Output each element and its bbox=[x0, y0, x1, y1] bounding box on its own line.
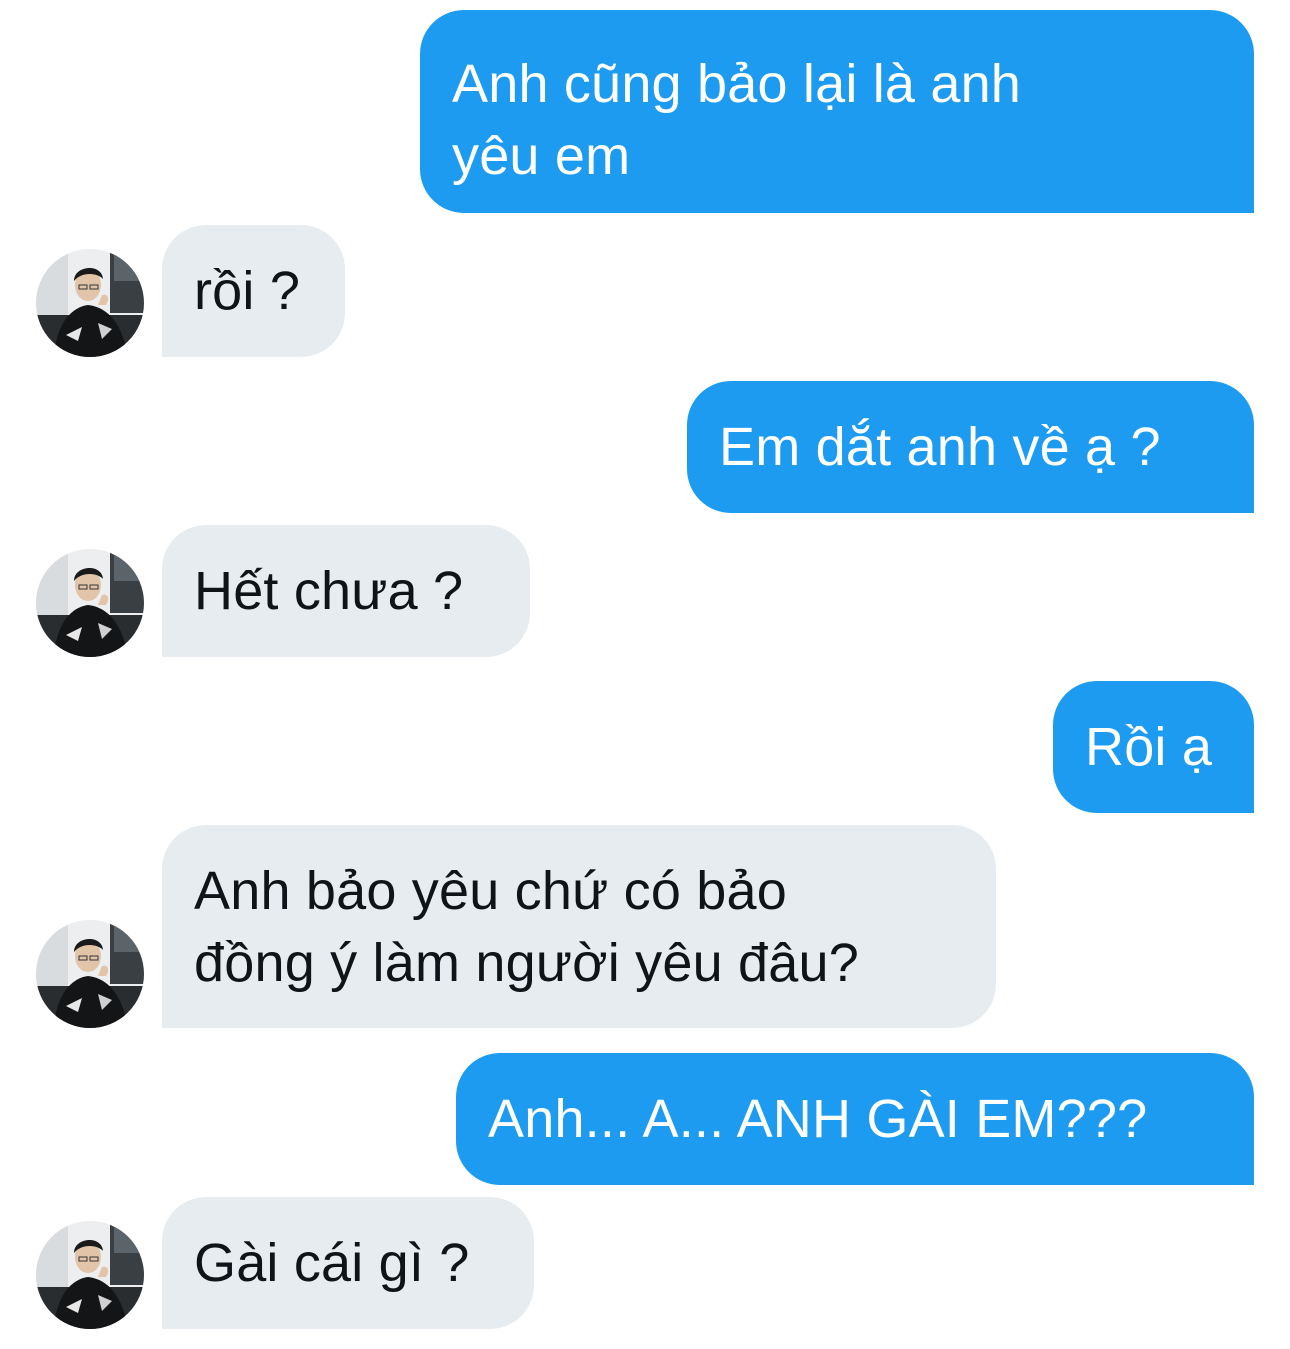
sent-message-bubble[interactable]: Anh cũng bảo lại là anh yêu em bbox=[420, 10, 1254, 213]
sent-message-bubble[interactable]: Rồi ạ bbox=[1053, 681, 1254, 813]
user-avatar-photo-icon bbox=[36, 920, 144, 1028]
received-message-bubble[interactable]: rồi ? bbox=[162, 225, 345, 357]
message-text-line: Rồi ạ bbox=[1085, 717, 1213, 777]
received-message-bubble[interactable]: Gài cái gì ? bbox=[162, 1197, 534, 1329]
message-text-line: Anh... A... ANH GÀI EM??? bbox=[488, 1089, 1148, 1149]
user-avatar-photo-icon bbox=[36, 249, 144, 357]
message-text-line: Em dắt anh về ạ ? bbox=[719, 417, 1161, 477]
message-text-line: Hết chưa ? bbox=[194, 561, 464, 621]
contact-avatar[interactable] bbox=[36, 1221, 144, 1329]
contact-avatar[interactable] bbox=[36, 920, 144, 1028]
sent-message-bubble[interactable]: Anh... A... ANH GÀI EM??? bbox=[456, 1053, 1254, 1185]
user-avatar-photo-icon bbox=[36, 1221, 144, 1329]
received-message-bubble[interactable]: Anh bảo yêu chứ có bảo đồng ý làm người … bbox=[162, 825, 996, 1028]
message-text-line: Anh bảo yêu chứ có bảo bbox=[194, 861, 787, 921]
received-message-bubble[interactable]: Hết chưa ? bbox=[162, 525, 530, 657]
message-text-line: Anh cũng bảo lại là anh bbox=[452, 54, 1022, 114]
message-text-line: đồng ý làm người yêu đâu? bbox=[194, 933, 859, 993]
message-text-line: Gài cái gì ? bbox=[194, 1233, 470, 1293]
user-avatar-photo-icon bbox=[36, 549, 144, 657]
message-text-line: yêu em bbox=[452, 126, 631, 186]
contact-avatar[interactable] bbox=[36, 549, 144, 657]
sent-message-bubble[interactable]: Em dắt anh về ạ ? bbox=[687, 381, 1254, 513]
contact-avatar[interactable] bbox=[36, 249, 144, 357]
message-text-line: rồi ? bbox=[194, 261, 301, 321]
